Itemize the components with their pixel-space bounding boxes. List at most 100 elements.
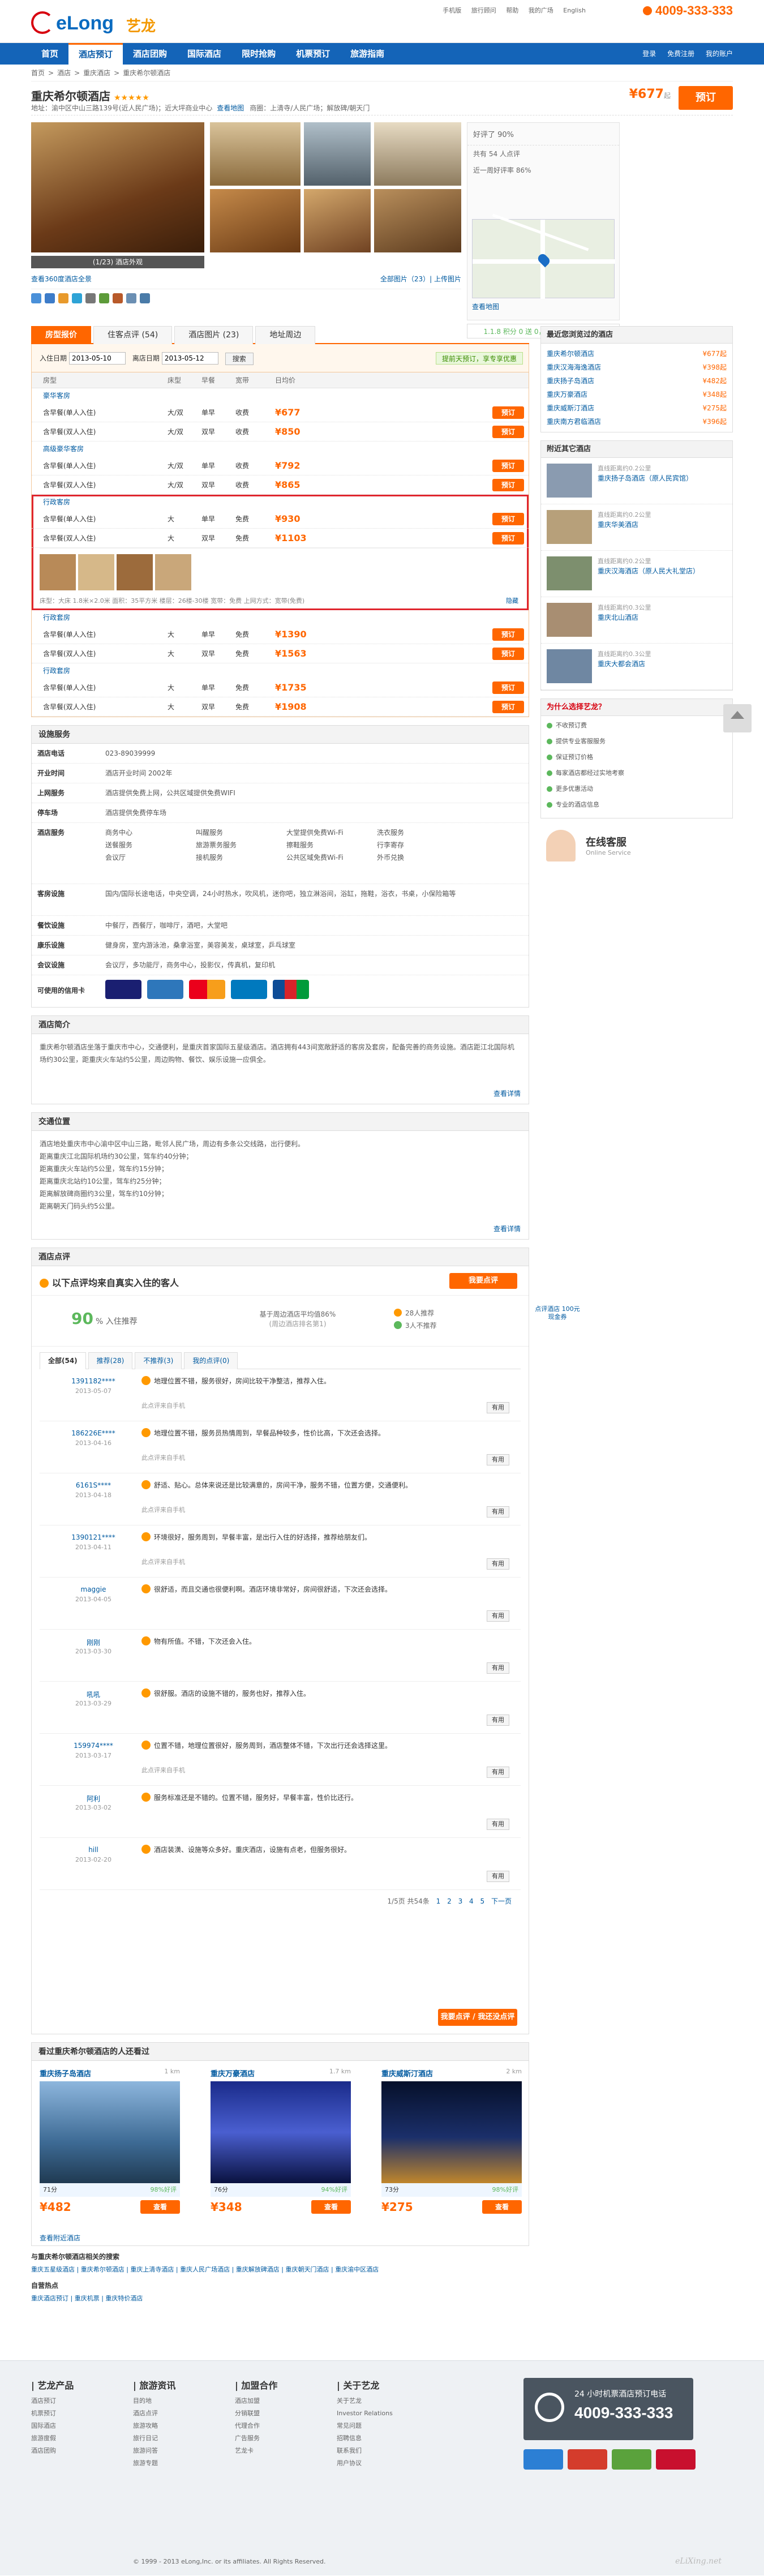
history-name[interactable]: 重庆希尔顿酒店 [547, 350, 594, 358]
also-hotel-photo[interactable] [381, 2081, 522, 2183]
footer-link[interactable]: 旅游度假 [31, 2432, 122, 2445]
elong-logo[interactable]: eLong 艺龙 [31, 8, 167, 37]
nearby-item[interactable]: 直线距离约0.2公里 重庆汉海酒店（原人民大礼堂店） [541, 551, 732, 597]
reviewer-name[interactable]: 吼吼 [62, 1690, 125, 1699]
gallery-thumb[interactable] [210, 189, 301, 252]
footer-link[interactable]: 广告服务 [235, 2432, 325, 2445]
tab-rooms[interactable]: 房型报价 [31, 326, 91, 344]
history-item[interactable]: 重庆汉海海逸酒店 ¥398起 [541, 361, 732, 374]
gallery-thumb[interactable] [374, 122, 461, 186]
useful-button[interactable]: 有用 [487, 1871, 509, 1882]
also-view-button[interactable]: 查看 [311, 2200, 351, 2214]
cert-badge-icon[interactable] [523, 2449, 563, 2470]
write-review-bottom-button[interactable]: 我要点评 / 我还没点评 [438, 2009, 517, 2026]
back-to-top-button[interactable] [723, 704, 752, 732]
nearby-photo[interactable] [547, 510, 592, 544]
checkin-input[interactable] [69, 352, 126, 365]
top-link-mobile[interactable]: 手机版 [443, 7, 461, 14]
review-tab-all[interactable]: 全部(54) [40, 1352, 86, 1369]
history-item[interactable]: 重庆扬子岛酒店 ¥482起 [541, 374, 732, 388]
top-link-square[interactable]: 我的广场 [529, 7, 553, 14]
history-name[interactable]: 重庆汉海海逸酒店 [547, 363, 601, 371]
footer-link[interactable]: 酒店点评 [133, 2407, 224, 2420]
header-book-button[interactable]: 预订 [679, 86, 733, 110]
history-name[interactable]: 重庆万豪酒店 [547, 391, 587, 398]
footer-link[interactable]: 用户协议 [337, 2457, 427, 2470]
footer-link[interactable]: 艺龙卡 [235, 2445, 325, 2457]
useful-button[interactable]: 有用 [487, 1662, 509, 1674]
room-type-title[interactable]: 行政客房 [32, 495, 529, 509]
page-3[interactable]: 3 [458, 1897, 463, 1905]
footer-link[interactable]: 旅游攻略 [133, 2420, 224, 2432]
book-button[interactable]: 预订 [492, 681, 524, 694]
gallery-thumb[interactable] [210, 122, 301, 186]
useful-button[interactable]: 有用 [487, 1402, 509, 1413]
related-link-list[interactable]: 重庆五星级酒店 | 重庆希尔顿酒店 | 重庆上清寺酒店 | 重庆人民广场酒店 |… [31, 2264, 529, 2276]
book-button[interactable]: 预订 [492, 513, 524, 525]
page-next[interactable]: 下一页 [491, 1897, 512, 1905]
write-review-button[interactable]: 我要点评 [449, 1273, 517, 1289]
also-hotel-name-text[interactable]: 重庆万豪酒店 [211, 2070, 255, 2078]
also-more-link[interactable]: 查看附近酒店 [40, 2233, 80, 2243]
book-button[interactable]: 预订 [492, 426, 524, 438]
gallery-thumb[interactable] [374, 189, 461, 252]
nearby-photo[interactable] [547, 464, 592, 498]
nearby-item[interactable]: 直线距离约0.3公里 重庆北山酒店 [541, 597, 732, 644]
nearby-name[interactable]: 重庆汉海酒店（原人民大礼堂店） [598, 567, 711, 576]
history-name[interactable]: 重庆扬子岛酒店 [547, 377, 594, 385]
footer-link[interactable]: 招聘信息 [337, 2432, 427, 2445]
crumb-hotel[interactable]: 酒店 [57, 69, 71, 77]
review-tab-mine[interactable]: 我的点评(0) [184, 1352, 238, 1369]
nearby-photo[interactable] [547, 603, 592, 637]
register-link[interactable]: 免费注册 [667, 50, 694, 58]
tab-location[interactable]: 地址周边 [255, 326, 316, 344]
reviewer-name[interactable]: 1390121**** [62, 1533, 125, 1541]
room-photo[interactable] [78, 554, 114, 590]
top-link-help[interactable]: 帮助 [506, 7, 518, 14]
reviewer-name[interactable]: 186226E**** [62, 1429, 125, 1437]
tab-reviews[interactable]: 住客点评 (54) [93, 326, 173, 344]
book-button[interactable]: 预订 [492, 479, 524, 491]
intro-more-link[interactable]: 查看详情 [32, 1086, 529, 1104]
mini-map[interactable] [472, 213, 615, 299]
useful-button[interactable]: 有用 [487, 1558, 509, 1570]
panorama-link[interactable]: 查看360度酒店全景 [31, 275, 92, 283]
book-button[interactable]: 预订 [492, 406, 524, 419]
useful-button[interactable]: 有用 [487, 1610, 509, 1622]
gallery-main-photo[interactable] [31, 122, 204, 252]
review-tab-recommend[interactable]: 推荐(28) [88, 1352, 133, 1369]
also-hotel-name-text[interactable]: 重庆扬子岛酒店 [40, 2070, 91, 2078]
room-type-title[interactable]: 行政套房 [32, 663, 529, 678]
history-item[interactable]: 重庆威斯汀酒店 ¥275起 [541, 401, 732, 415]
book-button[interactable]: 预订 [492, 460, 524, 472]
useful-button[interactable]: 有用 [487, 1715, 509, 1726]
nearby-name[interactable]: 重庆北山酒店 [598, 613, 711, 622]
book-button[interactable]: 预订 [492, 648, 524, 660]
footer-link[interactable]: 酒店预订 [31, 2395, 122, 2407]
room-type-title[interactable]: 行政套房 [32, 610, 529, 625]
review-tab-not-recommend[interactable]: 不推荐(3) [135, 1352, 182, 1369]
also-hotel-card[interactable]: 重庆万豪酒店 1.7 km 76分 94%好评 ¥348 查看 [211, 2068, 351, 2232]
top-link-advisor[interactable]: 旅行顾问 [471, 7, 496, 14]
history-item[interactable]: 重庆万豪酒店 ¥348起 [541, 388, 732, 401]
page-4[interactable]: 4 [469, 1897, 474, 1905]
hot-link-list[interactable]: 重庆酒店预订 | 重庆机票 | 重庆特价酒店 [31, 2292, 529, 2305]
useful-button[interactable]: 有用 [487, 1767, 509, 1778]
online-service[interactable]: 在线客服 Online Service [540, 826, 733, 866]
also-hotel-name-text[interactable]: 重庆威斯汀酒店 [381, 2070, 433, 2078]
cert-badge-icon[interactable] [568, 2449, 607, 2470]
room-type-title[interactable]: 豪华客房 [32, 388, 529, 403]
cert-badge-icon[interactable] [612, 2449, 651, 2470]
reviewer-name[interactable]: maggie [62, 1585, 125, 1593]
useful-button[interactable]: 有用 [487, 1819, 509, 1830]
crumb-city[interactable]: 重庆酒店 [83, 69, 110, 77]
reviewer-name[interactable]: 159974**** [62, 1742, 125, 1750]
book-button[interactable]: 预订 [492, 532, 524, 545]
nearby-item[interactable]: 直线距离约0.2公里 重庆华美酒店 [541, 504, 732, 551]
also-view-button[interactable]: 查看 [482, 2200, 522, 2214]
book-button[interactable]: 预订 [492, 628, 524, 641]
footer-link[interactable]: 旅行日记 [133, 2432, 224, 2445]
reviewer-name[interactable]: 6161S**** [62, 1481, 125, 1489]
history-item[interactable]: 重庆南方君临酒店 ¥396起 [541, 415, 732, 428]
nearby-item[interactable]: 直线距离约0.3公里 重庆大都会酒店 [541, 644, 732, 690]
